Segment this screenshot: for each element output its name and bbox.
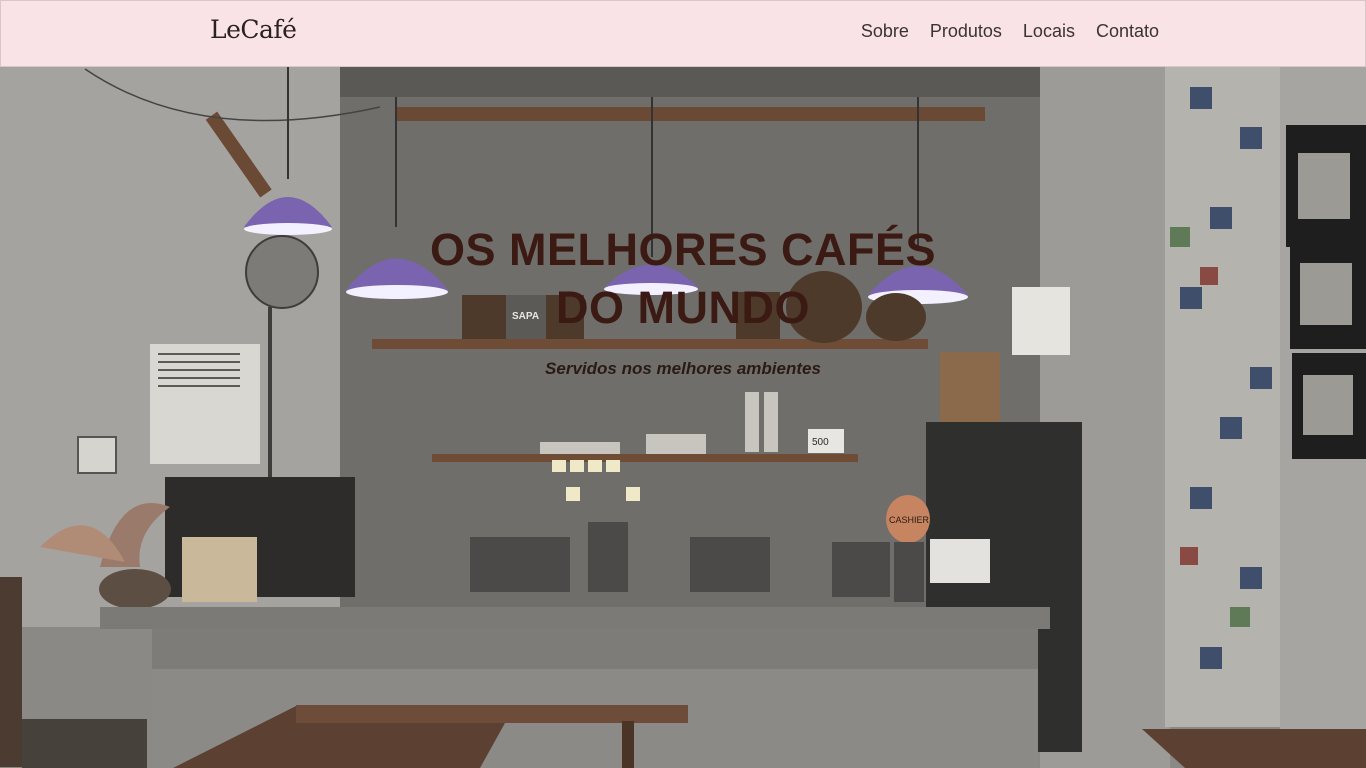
hero-subtitle: Servidos nos melhores ambientes: [545, 359, 821, 378]
nav-link-produtos[interactable]: Produtos: [930, 21, 1002, 42]
cashier-jar-text: CASHIER: [889, 515, 930, 525]
price-sign-text: 500: [812, 437, 829, 448]
hero-title: OS MELHORES CAFÉS DO MUNDO: [429, 224, 937, 333]
nav-menu: Sobre Produtos Locais Contato: [861, 21, 1159, 42]
hero-background-image: SAPA 500 CASHIER: [0, 67, 1366, 768]
navbar: LeCafé Sobre Produtos Locais Contato: [0, 0, 1366, 67]
nav-link-sobre[interactable]: Sobre: [861, 21, 909, 42]
hero-section: SAPA 500 CASHIER OS MELHORES CAFÉS DO MU…: [0, 67, 1366, 768]
nav-link-contato[interactable]: Contato: [1096, 21, 1159, 42]
nav-link-locais[interactable]: Locais: [1023, 21, 1075, 42]
brand-logo[interactable]: LeCafé: [210, 15, 297, 44]
